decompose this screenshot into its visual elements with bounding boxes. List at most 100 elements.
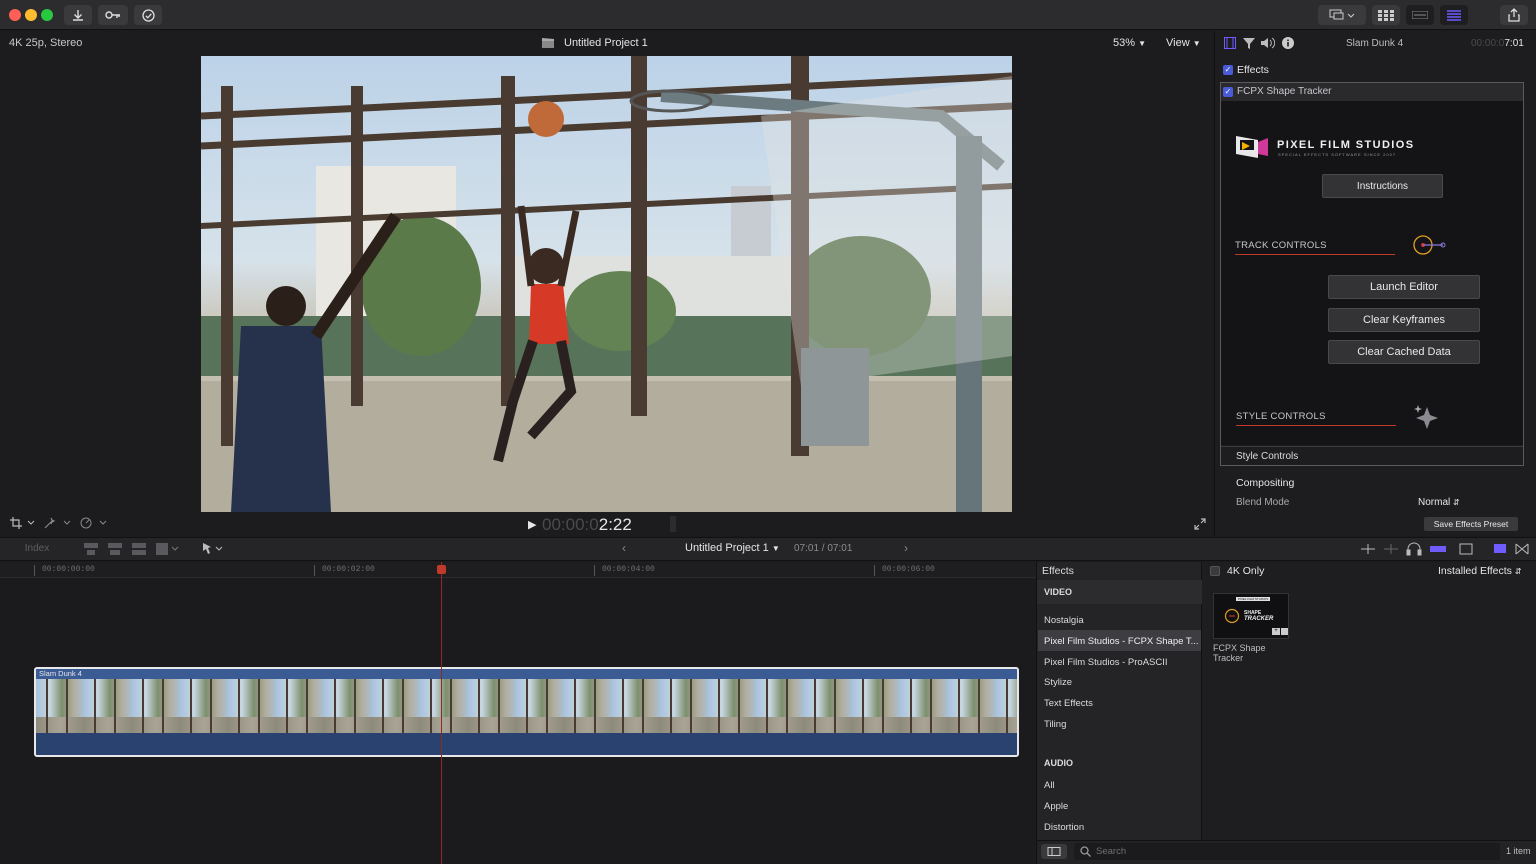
- view-menu[interactable]: View ▼: [1166, 37, 1201, 49]
- viewer-format-label: 4K 25p, Stereo: [9, 37, 83, 49]
- pixel-film-studios-logo: [1236, 134, 1268, 160]
- index-button[interactable]: Index: [12, 541, 62, 557]
- video-inspector-icon[interactable]: [1224, 37, 1236, 49]
- enhance-tool-menu[interactable]: [44, 517, 72, 531]
- fullscreen-icon[interactable]: [1194, 518, 1206, 530]
- libraries-button[interactable]: [1372, 5, 1400, 25]
- video-frame: [201, 56, 1012, 512]
- sidebar-toggle-button[interactable]: [1041, 844, 1067, 859]
- blend-mode-popup[interactable]: Normal ⇵: [1418, 497, 1460, 508]
- inspector-toggle-button[interactable]: [1440, 5, 1468, 25]
- filter-checkbox[interactable]: [1210, 566, 1220, 576]
- timeline-toggle-button[interactable]: [1406, 5, 1434, 25]
- minimize-window-button[interactable]: [25, 9, 37, 21]
- thumbnail-add-icon[interactable]: +: [1272, 628, 1280, 635]
- audio-waveform-lane: [36, 733, 1017, 755]
- clear-cached-data-button[interactable]: Clear Cached Data: [1328, 340, 1480, 364]
- top-toolbar: [0, 0, 1536, 30]
- audio-inspector-icon[interactable]: [1261, 37, 1275, 49]
- category-item-selected[interactable]: Pixel Film Studios - FCPX Shape T...: [1044, 636, 1199, 647]
- launch-editor-button[interactable]: Launch Editor: [1328, 275, 1480, 299]
- background-tasks-button[interactable]: [134, 5, 162, 25]
- thumbnail-preview-icon[interactable]: [1281, 628, 1288, 635]
- filter-inspector-icon[interactable]: [1243, 37, 1255, 49]
- keyword-button[interactable]: [98, 5, 128, 25]
- effects-browser-title: Effects: [1042, 565, 1074, 577]
- category-item[interactable]: Nostalgia: [1044, 615, 1084, 626]
- ruler-tick: [874, 565, 875, 576]
- ruler-label: 00:00:04:00: [602, 565, 655, 574]
- close-window-button[interactable]: [9, 9, 21, 21]
- filmstrip-poles: [36, 679, 1017, 733]
- chevron-down-icon: ▼: [1192, 39, 1201, 48]
- checkmark-icon: [141, 8, 155, 22]
- plugin-checkbox[interactable]: ✓: [1223, 87, 1233, 97]
- effects-section-label: Effects: [1237, 64, 1269, 76]
- category-item[interactable]: All: [1044, 780, 1055, 791]
- download-icon: [73, 10, 83, 21]
- effect-name-line2: Tracker: [1213, 653, 1244, 663]
- ruler-label: 00:00:00:00: [42, 565, 95, 574]
- film-strip-icon: [1236, 136, 1268, 158]
- style-controls-label: STYLE CONTROLS: [1236, 411, 1326, 422]
- updown-chevron-icon: ⇵: [1514, 567, 1522, 576]
- instructions-button[interactable]: Instructions: [1322, 174, 1443, 198]
- compositing-label: Compositing: [1236, 477, 1295, 489]
- audio-meter-divider: [670, 516, 676, 532]
- timecode-dim: 00:00:0: [542, 515, 599, 534]
- timeline-right-tools[interactable]: [1360, 542, 1530, 556]
- blend-mode-label: Blend Mode: [1236, 497, 1290, 508]
- grid-icon: [1378, 9, 1394, 21]
- zoom-window-button[interactable]: [41, 9, 53, 21]
- clear-keyframes-button[interactable]: Clear Keyframes: [1328, 308, 1480, 332]
- category-item[interactable]: Distortion: [1044, 822, 1084, 833]
- share-button[interactable]: [1500, 5, 1528, 25]
- playhead[interactable]: [441, 562, 442, 864]
- crop-icon: [10, 517, 35, 529]
- installed-effects-menu[interactable]: Installed Effects ⇵: [1438, 565, 1522, 577]
- effect-thumbnail[interactable]: PIXEL FILM STUDIOS SHAPE TRACKER +: [1213, 593, 1289, 639]
- timeline-forward-button[interactable]: ›: [904, 541, 908, 555]
- duration-dim: 00:00:0: [1471, 38, 1505, 49]
- thumbnail-badge: PIXEL FILM STUDIOS: [1236, 597, 1271, 601]
- playhead-marker[interactable]: [437, 565, 446, 574]
- basketball-court-scene: [201, 56, 1012, 512]
- category-item[interactable]: Pixel Film Studios - ProASCII: [1044, 657, 1168, 668]
- category-item[interactable]: Text Effects: [1044, 698, 1093, 709]
- effects-checkbox[interactable]: ✓: [1223, 65, 1233, 75]
- effect-name-line1: FCPX Shape: [1213, 643, 1266, 653]
- category-item[interactable]: Stylize: [1044, 677, 1072, 688]
- search-placeholder: Search: [1096, 846, 1127, 857]
- speedometer-icon: [80, 517, 107, 529]
- retime-menu[interactable]: [80, 517, 110, 531]
- category-item[interactable]: Apple: [1044, 801, 1068, 812]
- workspace-button[interactable]: [1318, 5, 1366, 25]
- select-tool-icon[interactable]: [202, 542, 226, 556]
- timeline-position: 07:01 / 07:01: [794, 543, 853, 554]
- category-item[interactable]: Tiling: [1044, 719, 1066, 730]
- timeline-back-button[interactable]: ‹: [622, 541, 626, 555]
- edit-mode-icons[interactable]: [84, 542, 184, 556]
- save-effects-preset-button[interactable]: Save Effects Preset: [1424, 517, 1518, 531]
- timeline-clip[interactable]: Slam Dunk 4: [34, 667, 1019, 757]
- updown-chevron-icon: ⇵: [1453, 498, 1460, 507]
- tracker-target-icon: [1224, 608, 1240, 624]
- video-category-header: VIDEO: [1044, 587, 1073, 597]
- chevron-down-icon: ▼: [771, 544, 780, 553]
- brand-name: PIXEL FILM STUDIOS: [1277, 139, 1415, 151]
- transform-tool-menu[interactable]: [10, 517, 38, 531]
- sparkle-icon: [1414, 405, 1438, 429]
- track-controls-underline: [1235, 254, 1395, 255]
- tracker-target-icon: [1413, 235, 1446, 255]
- play-button[interactable]: ▶: [528, 518, 536, 531]
- timeline-project-menu[interactable]: Untitled Project 1 ▼: [685, 542, 780, 554]
- inspector-duration: 00:00:07:01: [1471, 38, 1524, 49]
- monitor-icon: [1329, 9, 1355, 20]
- viewer-project-title: Untitled Project 1: [564, 37, 648, 49]
- browser-search-field[interactable]: Search: [1074, 843, 1500, 860]
- info-inspector-icon[interactable]: [1282, 37, 1294, 49]
- import-button[interactable]: [64, 5, 92, 25]
- key-icon: [105, 11, 120, 19]
- zoom-menu[interactable]: 53% ▼: [1113, 37, 1146, 49]
- ruler-tick: [594, 565, 595, 576]
